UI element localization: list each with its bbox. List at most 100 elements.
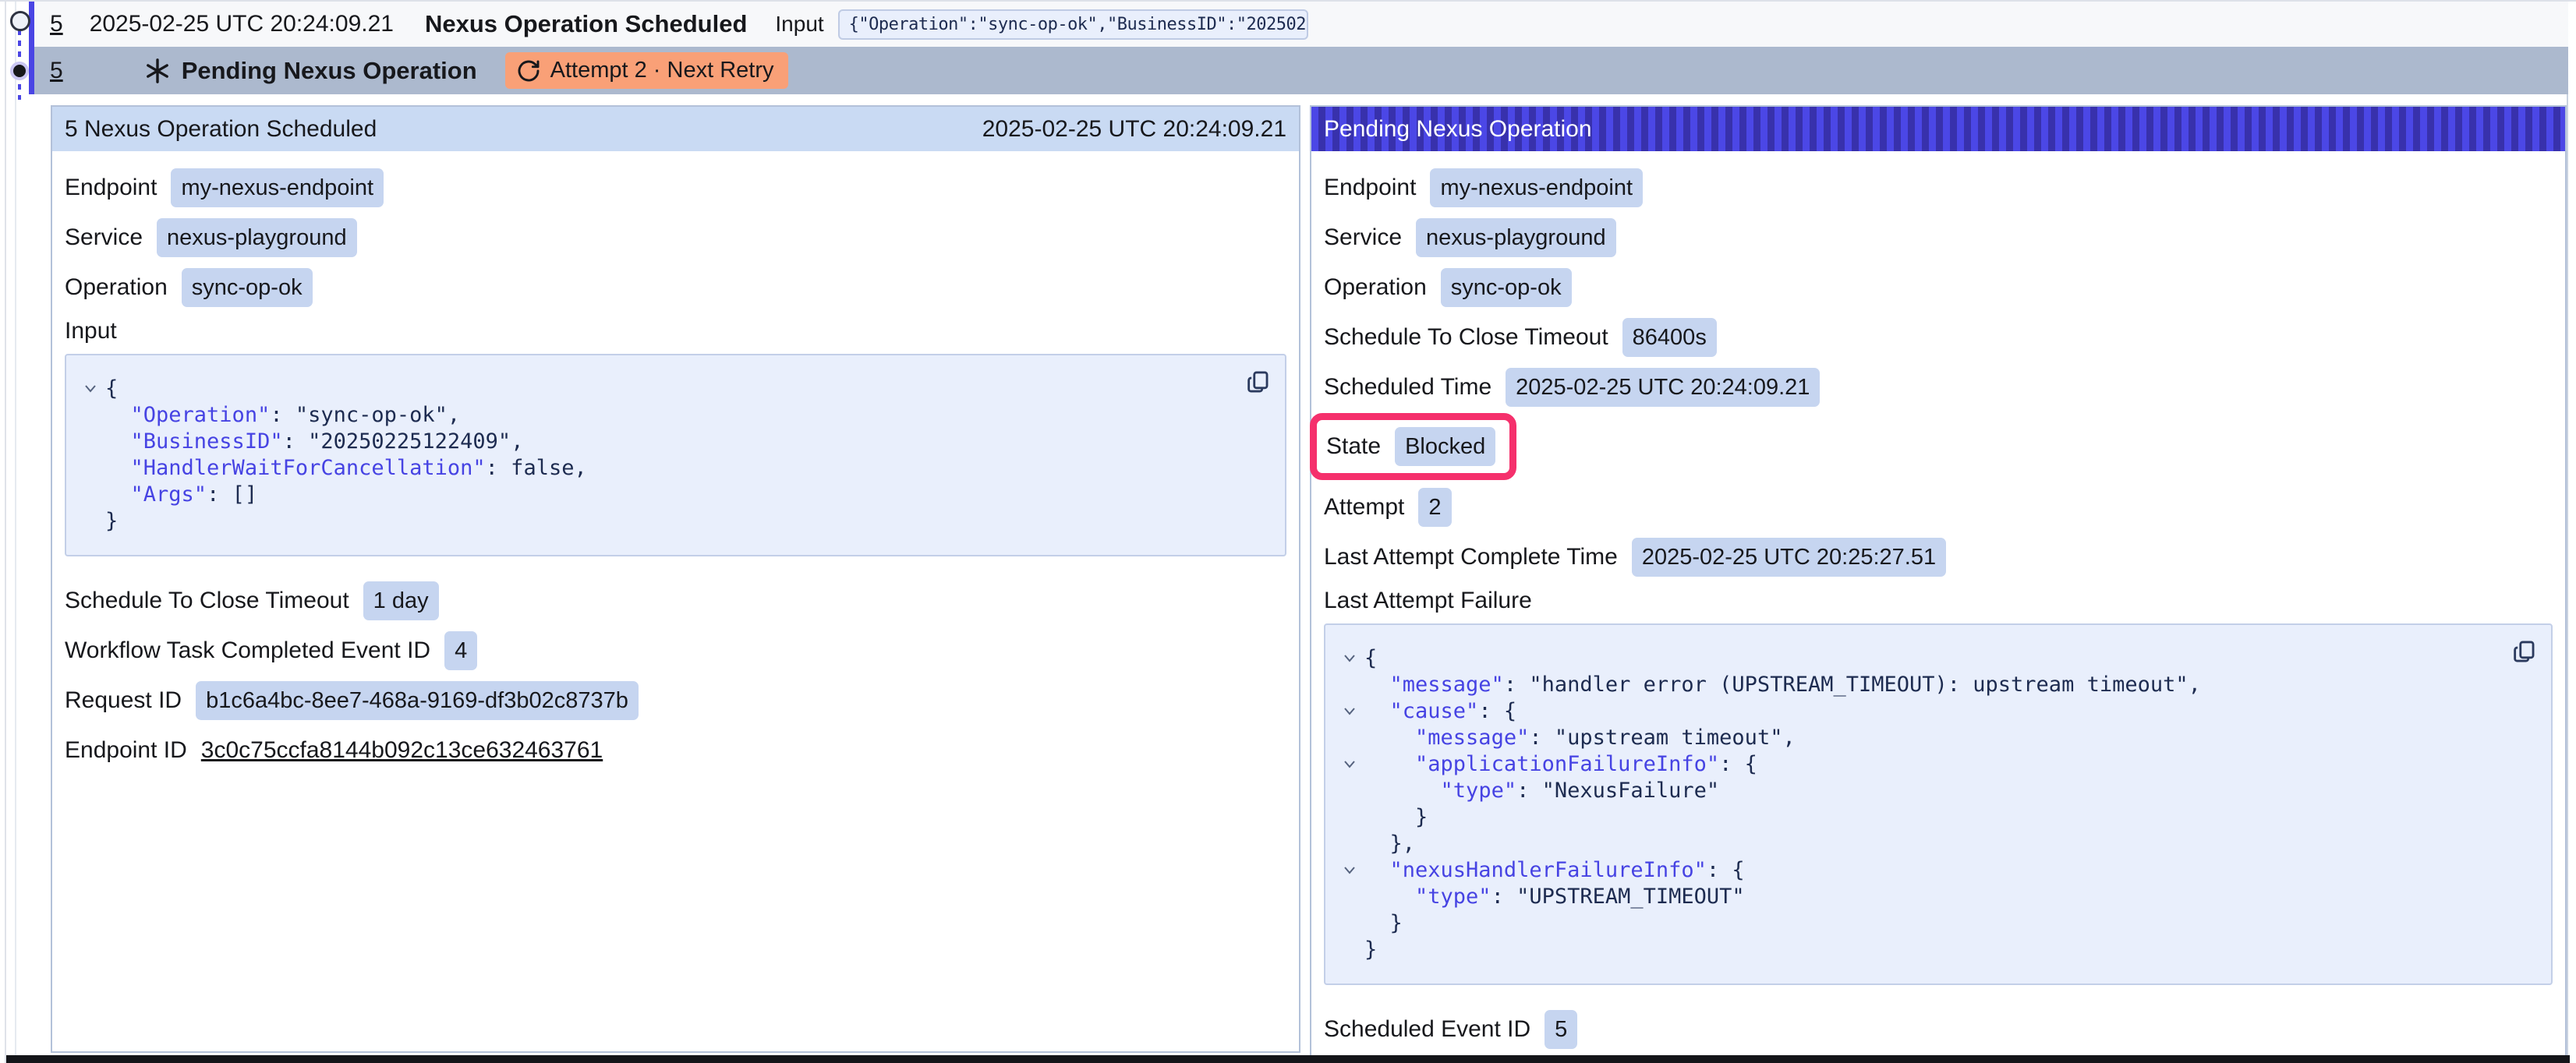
code-line: } — [1335, 910, 2504, 937]
gutter-spacer — [1335, 804, 1364, 831]
event-row-pending-nexus-operation[interactable]: 5 Pending Nexus Operation Attempt 2 · Ne… — [34, 47, 2568, 94]
code-line: { — [1335, 645, 2504, 672]
copy-button[interactable] — [2509, 637, 2539, 667]
code-text: } — [105, 508, 118, 535]
pending-panel-body: Endpoint my-nexus-endpoint Service nexus-pl… — [1311, 151, 2565, 1063]
input-json-viewer: { "Operation": "sync-op-ok", "BusinessID… — [65, 354, 1286, 556]
field-value-badge: b1c6a4bc-8ee7-468a-9169-df3b02c8737b — [196, 681, 639, 720]
gutter-spacer — [76, 402, 105, 429]
gutter-spacer — [1335, 831, 1364, 857]
input-label: Input — [775, 12, 823, 37]
event-row-nexus-operation-scheduled[interactable]: 5 2025-02-25 UTC 20:24:09.21 Nexus Opera… — [34, 2, 2568, 47]
gutter-spacer — [76, 482, 105, 508]
event-id-link[interactable]: 5 — [50, 58, 63, 84]
gutter-spacer — [1335, 884, 1364, 910]
code-line: { — [76, 376, 1238, 402]
field-value-badge: my-nexus-endpoint — [171, 168, 384, 207]
field-value-badge: sync-op-ok — [1441, 268, 1572, 307]
collapse-chevron-icon[interactable] — [1335, 645, 1364, 672]
field-label: Schedule To Close Timeout — [65, 588, 349, 614]
event-timestamp: 2025-02-25 UTC 20:24:09.21 — [90, 11, 394, 37]
input-section-label: Input — [65, 318, 1286, 344]
field-label: State — [1326, 433, 1381, 460]
field-label: Schedule To Close Timeout — [1324, 324, 1608, 351]
field-label: Request ID — [65, 687, 182, 714]
code-line: "Args": [] — [76, 482, 1238, 508]
field-label: Attempt — [1324, 494, 1404, 521]
input-json-code: { "Operation": "sync-op-ok", "BusinessID… — [76, 376, 1238, 535]
field-label: Endpoint ID — [65, 737, 187, 764]
field-label: Workflow Task Completed Event ID — [65, 637, 430, 664]
field-endpoint-id: Endpoint ID 3c0c75ccfa8144b092c13ce632463… — [65, 731, 1286, 770]
field-value-link[interactable]: 3c0c75ccfa8144b092c13ce632463761 — [201, 737, 603, 764]
field-label: Service — [1324, 224, 1402, 251]
temporal-event-history-screen: 5 2025-02-25 UTC 20:24:09.21 Nexus Opera… — [0, 0, 2576, 1063]
code-text: "type": "NexusFailure" — [1364, 778, 1719, 804]
code-line: "cause": { — [1335, 698, 2504, 725]
input-preview-badge: {"Operation":"sync-op-ok","BusinessID":"… — [838, 9, 1308, 40]
code-text: "type": "UPSTREAM_TIMEOUT" — [1364, 884, 1745, 910]
field-last-attempt-complete-time: Last Attempt Complete Time2025-02-25 UTC… — [1324, 538, 2553, 577]
code-line: "nexusHandlerFailureInfo": { — [1335, 857, 2504, 884]
code-text: { — [105, 376, 118, 402]
field-value-badge: 5 — [1545, 1010, 1577, 1049]
field-value-badge: 1 day — [363, 581, 439, 620]
code-line: }, — [1335, 831, 2504, 857]
retry-icon — [516, 58, 541, 83]
pending-panel-title: Pending Nexus Operation — [1324, 116, 1592, 143]
timeline-event-node-icon — [10, 11, 30, 31]
gutter-spacer — [1335, 778, 1364, 804]
field-value-badge: nexus-playground — [1416, 218, 1616, 257]
code-line: "BusinessID": "20250225122409", — [76, 429, 1238, 455]
field-value-badge: 2025-02-25 UTC 20:24:09.21 — [1506, 368, 1820, 407]
scheduled-panel-title: 5 Nexus Operation Scheduled — [65, 116, 377, 143]
field-label: Scheduled Time — [1324, 374, 1491, 401]
pending-asterisk-icon — [144, 58, 171, 84]
code-text: "cause": { — [1364, 698, 1516, 725]
collapse-chevron-icon[interactable] — [76, 376, 105, 402]
collapse-chevron-icon[interactable] — [1335, 751, 1364, 778]
scheduled-panel-body: Endpointmy-nexus-endpointServicenexus-pl… — [52, 151, 1299, 789]
selected-group-accent-bar — [29, 2, 34, 94]
retry-attempt-badge: Attempt 2 · Next Retry — [505, 52, 788, 89]
collapse-chevron-icon[interactable] — [1335, 857, 1364, 884]
code-line: } — [1335, 804, 2504, 831]
outer-right-border — [2567, 2, 2568, 1063]
field-request-id: Request ID b1c6a4bc-8ee7-468a-9169-df3b02… — [65, 681, 1286, 720]
field-schedule-to-close-timeout: Schedule To Close Timeout 1 day — [65, 581, 1286, 620]
event-id-link[interactable]: 5 — [50, 11, 63, 37]
code-text: } — [1364, 910, 1403, 937]
code-text: "applicationFailureInfo": { — [1364, 751, 1757, 778]
scheduled-panel-header: 5 Nexus Operation Scheduled 2025-02-25 U… — [52, 107, 1299, 151]
code-text: }, — [1364, 831, 1415, 857]
field-value-badge: Blocked — [1395, 427, 1495, 466]
pending-panel-header: Pending Nexus Operation — [1311, 107, 2565, 151]
copy-button[interactable] — [1243, 368, 1272, 397]
code-line: "type": "NexusFailure" — [1335, 778, 2504, 804]
field-value-badge: nexus-playground — [157, 218, 357, 257]
field-label: Scheduled Event ID — [1324, 1016, 1530, 1043]
code-text: "message": "handler error (UPSTREAM_TIME… — [1364, 672, 2201, 698]
field-value-badge: 2 — [1418, 488, 1451, 527]
code-text: "Operation": "sync-op-ok", — [105, 402, 460, 429]
code-text: { — [1364, 645, 1377, 672]
field-value-badge: 4 — [444, 631, 477, 670]
field-scheduled-event-id: Scheduled Event ID 5 — [1324, 1010, 2553, 1049]
outer-left-border — [5, 2, 6, 1063]
code-line: "HandlerWaitForCancellation": false, — [76, 455, 1238, 482]
pending-operation-panel: Pending Nexus Operation Endpoint my-nexus… — [1310, 105, 2567, 1063]
code-line: "applicationFailureInfo": { — [1335, 751, 2504, 778]
code-text: "BusinessID": "20250225122409", — [105, 429, 523, 455]
event-title: Nexus Operation Scheduled — [425, 10, 747, 38]
collapse-chevron-icon[interactable] — [1335, 698, 1364, 725]
gutter-spacer — [76, 455, 105, 482]
gutter-spacer — [76, 508, 105, 535]
timeline-current-node-icon — [10, 62, 29, 80]
field-operation: Operationsync-op-ok — [1324, 268, 2553, 307]
field-label: Endpoint — [1324, 175, 1416, 201]
code-text: "message": "upstream timeout", — [1364, 725, 1796, 751]
code-text: "Args": [] — [105, 482, 257, 508]
field-label: Service — [65, 224, 143, 251]
gutter-spacer — [1335, 937, 1364, 963]
field-value-badge: my-nexus-endpoint — [1430, 168, 1643, 207]
